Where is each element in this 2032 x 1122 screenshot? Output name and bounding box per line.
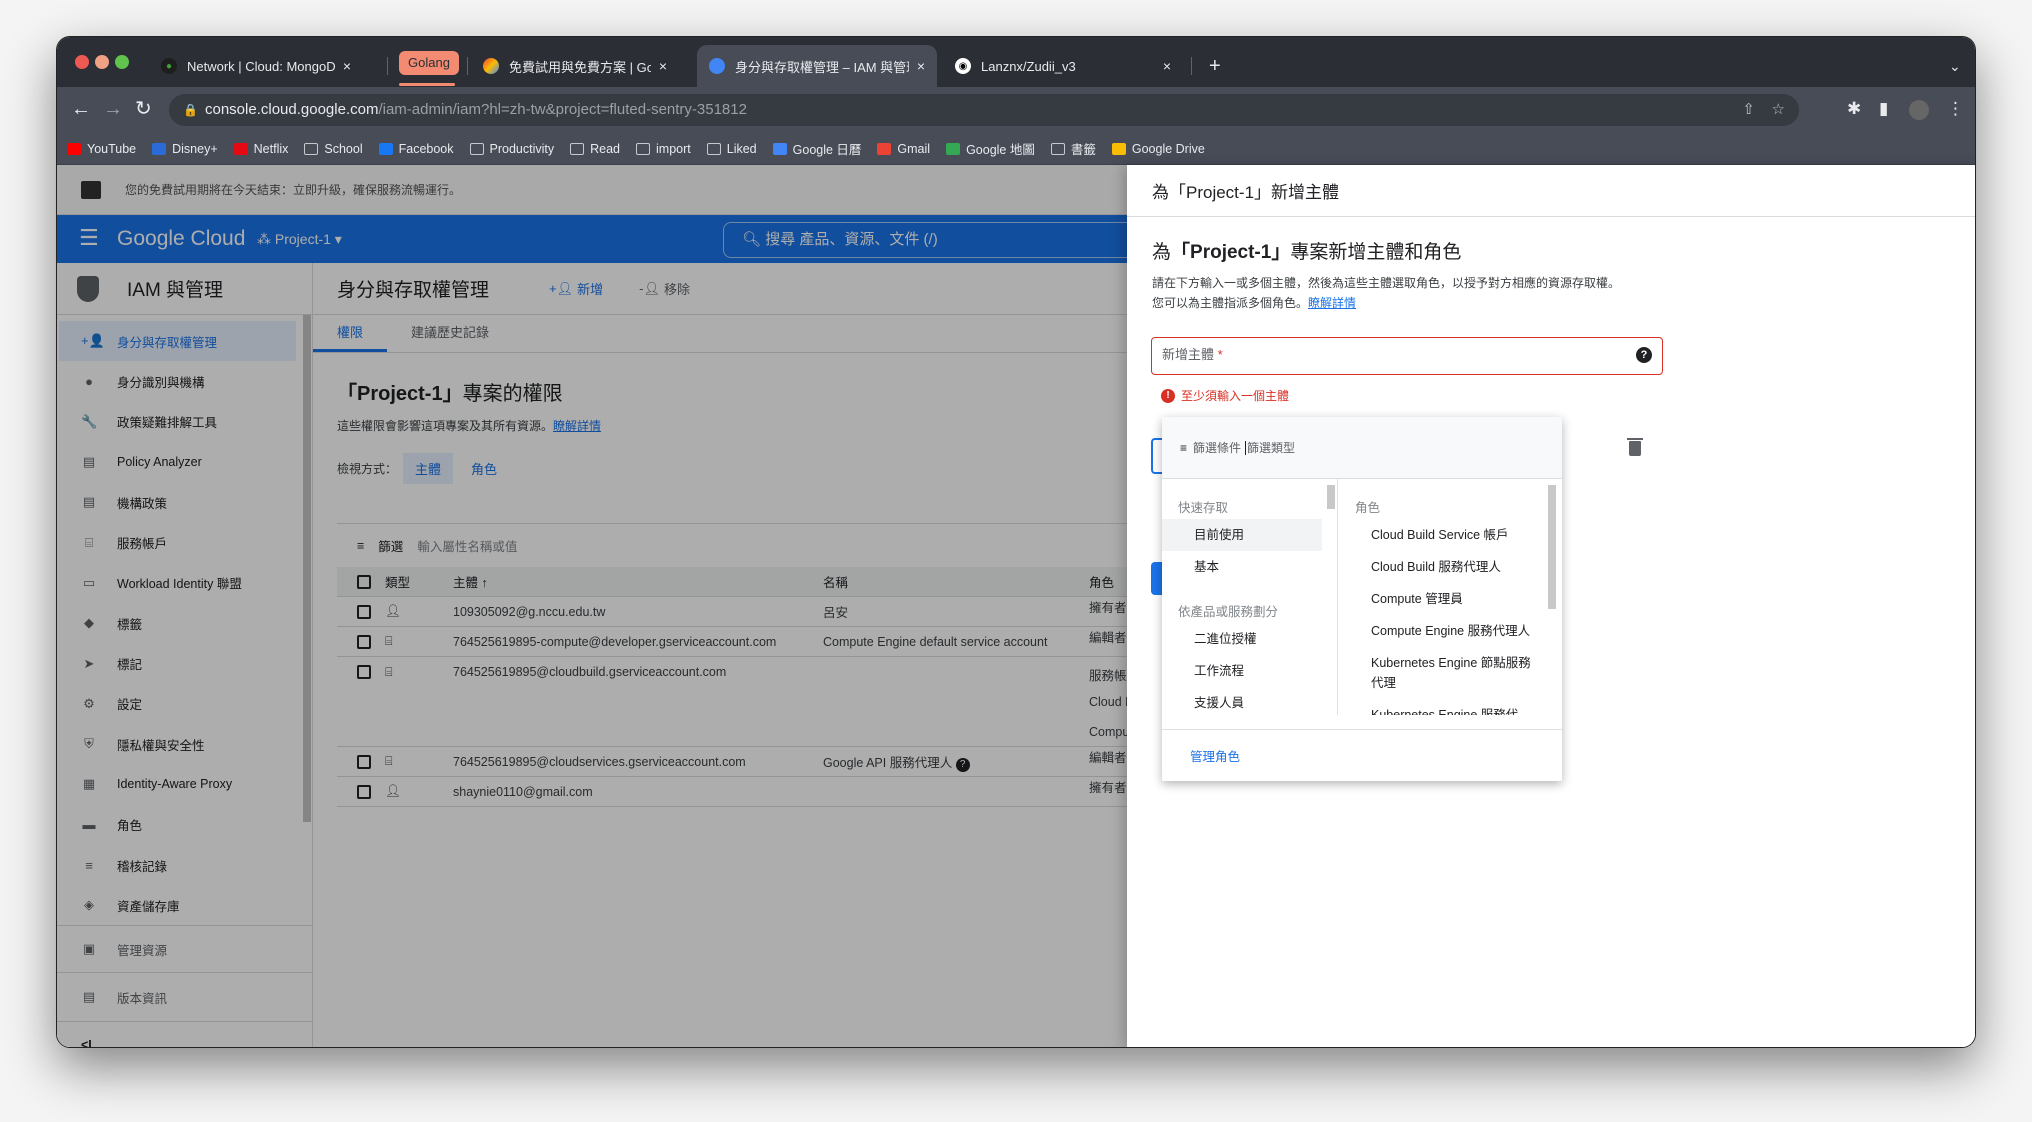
mongodb-icon: ● [161, 58, 177, 74]
gmail-icon [877, 142, 892, 155]
bookmark-item[interactable]: Google 地圖 [946, 139, 1035, 158]
facebook-icon [378, 142, 393, 155]
folder-icon [636, 142, 651, 155]
role-filter-input[interactable]: ≡ 篩選條件 篩選類型 [1162, 417, 1562, 479]
help-icon[interactable]: ? [1636, 347, 1652, 363]
back-icon[interactable]: ← [71, 97, 91, 121]
close-tab-icon[interactable]: × [1163, 58, 1171, 74]
category-scrollbar[interactable] [1327, 485, 1335, 509]
maps-icon [946, 142, 961, 155]
filter-icon: ≡ [1180, 440, 1188, 455]
panel-description: 請在下方輸入一或多個主體，然後為這些主體選取角色，以授予對方相應的資源存取權。 … [1152, 276, 1621, 310]
role-category-list: 快速存取目前使用基本依產品或服務劃分二進位授權工作流程支援人員安全掃描… [1162, 479, 1338, 715]
extensions-icon[interactable]: ✱ [1847, 99, 1861, 119]
category-option[interactable]: 二進位授權 [1162, 623, 1337, 655]
folder-icon [469, 142, 484, 155]
category-heading: 快速存取 [1178, 501, 1229, 515]
drive-icon [1111, 142, 1126, 155]
calendar-icon [772, 142, 787, 155]
category-option[interactable]: 工作流程 [1162, 655, 1337, 687]
role-option[interactable]: Cloud Build 服務代理人 [1339, 551, 1562, 583]
bookmarks-bar: YouTube Disney+ Netflix School Facebook Produ… [57, 133, 1975, 165]
bookmark-item[interactable]: Disney+ [152, 142, 218, 156]
role-dropdown: ≡ 篩選條件 篩選類型 快速存取目前使用 基本依產品或服務劃分二進位授權 工作流程 支援… [1162, 417, 1562, 781]
share-icon[interactable]: ⇧ [1742, 94, 1755, 126]
role-list: 角色 Cloud Build Service 帳戶 Cloud Build 服務代… [1339, 479, 1562, 715]
role-option[interactable]: Compute 管理員 [1339, 583, 1562, 615]
learn-more-link[interactable]: 瞭解詳情 [1308, 296, 1356, 310]
netflix-icon [233, 142, 248, 155]
tab-search-chevron-icon[interactable]: ⌄ [1937, 45, 1967, 87]
bookmark-item[interactable]: Read [570, 142, 620, 156]
bookmark-item[interactable]: School [304, 142, 363, 156]
folder-icon [1050, 142, 1065, 155]
bookmark-item[interactable]: Productivity [469, 142, 554, 156]
side-panel-icon[interactable]: ▮ [1879, 99, 1888, 119]
gcp-console-page: 您的免費試用期將在今天結束：立即升級，確保服務流暢運行。 ☰ Google Cl… [57, 165, 1975, 1047]
youtube-icon [67, 142, 81, 155]
role-option[interactable]: Kubernetes Engine 節點服務代理 [1339, 647, 1562, 699]
close-tab-icon[interactable]: × [917, 58, 925, 74]
github-icon: ◉ [955, 58, 971, 74]
bookmark-item[interactable]: Gmail [877, 142, 930, 156]
disney-icon [152, 142, 167, 155]
minimize-window-button[interactable] [95, 55, 109, 69]
role-option[interactable]: Compute Engine 服務代理人 [1339, 615, 1562, 647]
browser-tab-active[interactable]: 身分與存取權管理 – IAM 與管理 × [697, 45, 937, 87]
new-tab-button[interactable]: + [1197, 45, 1237, 87]
lock-icon: 🔒 [183, 103, 198, 117]
panel-header: 為「Project-1」新增主體 [1127, 165, 1975, 217]
browser-tab[interactable]: ◉ Lanznx/Zudii_v3 × [943, 45, 1183, 87]
close-window-button[interactable] [75, 55, 89, 69]
bookmark-item[interactable]: 書籤 [1050, 139, 1096, 158]
close-tab-icon[interactable]: × [343, 58, 351, 74]
browser-tab[interactable]: 免費試用與免費方案 | Google C × [471, 45, 679, 87]
trash-icon[interactable] [1627, 438, 1643, 456]
category-option[interactable]: 支援人員 [1162, 687, 1337, 715]
error-icon: ! [1161, 388, 1175, 403]
forward-icon[interactable]: → [103, 97, 123, 121]
bookmark-item[interactable]: Facebook [378, 142, 454, 156]
maximize-window-button[interactable] [115, 55, 129, 69]
role-option[interactable]: Kubernetes Engine 服務代… [1339, 699, 1562, 715]
bookmark-star-icon[interactable]: ☆ [1772, 94, 1785, 126]
role-option[interactable]: Cloud Build Service 帳戶 [1339, 519, 1562, 551]
tab-strip: ● Network | Cloud: MongoDB Clo × Golang … [57, 37, 1975, 87]
category-option[interactable]: 目前使用 [1162, 519, 1322, 551]
google-cloud-icon [483, 58, 499, 74]
bookmark-item[interactable]: import [636, 142, 691, 156]
tab-group-chip[interactable]: Golang [399, 51, 459, 75]
bookmark-item[interactable]: YouTube [67, 142, 136, 156]
iam-shield-icon [709, 58, 725, 74]
folder-icon [706, 142, 721, 155]
bookmark-item[interactable]: Netflix [233, 142, 288, 156]
category-heading: 依產品或服務劃分 [1178, 605, 1279, 619]
modal-scrim[interactable] [57, 165, 1183, 1047]
add-principal-panel: 為「Project-1」新增主體 為「Project-1」專案新增主體和角色 請… [1127, 165, 1975, 1047]
more-menu-icon[interactable]: ⋮ [1947, 99, 1964, 119]
close-tab-icon[interactable]: × [659, 58, 667, 74]
bookmark-item[interactable]: Google Drive [1111, 142, 1205, 156]
new-principals-input[interactable]: 新增主體 * ? [1151, 337, 1663, 375]
reload-icon[interactable]: ↻ [135, 97, 152, 121]
address-bar[interactable]: 🔒 console.cloud.google.com/iam-admin/iam… [169, 94, 1799, 126]
browser-tab[interactable]: ● Network | Cloud: MongoDB Clo × [149, 45, 363, 87]
role-list-scrollbar[interactable] [1548, 485, 1556, 609]
principal-error: ! 至少須輸入一個主體 [1161, 387, 1289, 404]
bookmark-item[interactable]: Liked [706, 142, 757, 156]
browser-window: ● Network | Cloud: MongoDB Clo × Golang … [56, 36, 1976, 1048]
profile-avatar[interactable] [1909, 100, 1929, 120]
browser-toolbar: ← → ↻ 🔒 console.cloud.google.com/iam-adm… [57, 87, 1975, 133]
manage-roles-link[interactable]: 管理角色 [1162, 729, 1562, 781]
panel-heading: 為「Project-1」專案新增主體和角色 [1152, 242, 1462, 263]
folder-icon [570, 142, 585, 155]
bookmark-item[interactable]: Google 日曆 [772, 139, 861, 158]
category-option[interactable]: 基本 [1162, 551, 1337, 583]
folder-icon [304, 142, 319, 155]
